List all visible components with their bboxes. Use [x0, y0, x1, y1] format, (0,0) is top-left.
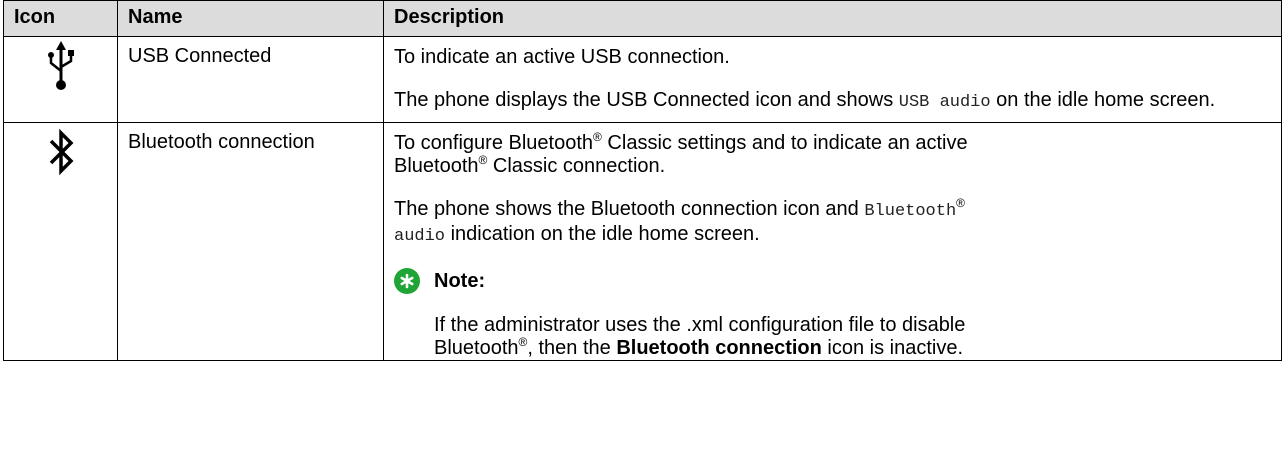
bluetooth-name: Bluetooth connection: [117, 122, 384, 361]
table-row-usb: USB Connected To indicate an active USB …: [3, 36, 1282, 123]
header-description: Description: [383, 0, 1282, 37]
table-row-bluetooth: Bluetooth connection To configure Blueto…: [3, 122, 1282, 361]
bluetooth-description: To configure Bluetooth® Classic settings…: [383, 122, 1282, 361]
bluetooth-desc-2: The phone shows the Bluetooth connection…: [394, 196, 966, 246]
bluetooth-icon-cell: [3, 122, 118, 361]
usb-icon-cell: [3, 36, 118, 123]
bluetooth-icon: [49, 128, 73, 176]
header-row: Icon Name Description: [3, 0, 1282, 37]
usb-icon: [47, 41, 74, 90]
note-text: If the administrator uses the .xml confi…: [434, 314, 966, 359]
note-star-icon: [394, 268, 420, 294]
note-title: Note:: [434, 269, 486, 292]
usb-desc-2: The phone displays the USB Connected ico…: [394, 89, 1216, 112]
note-heading: Note:: [394, 268, 1271, 294]
bluetooth-desc-1: To configure Bluetooth® Classic settings…: [394, 130, 968, 177]
usb-desc-1: To indicate an active USB connection.: [394, 46, 730, 68]
header-icon: Icon: [3, 0, 118, 37]
header-name: Name: [117, 0, 384, 37]
usb-description: To indicate an active USB connection. Th…: [383, 36, 1282, 123]
usb-name: USB Connected: [117, 36, 384, 123]
icons-table: Icon Name Description USB Connected To i…: [3, 0, 1282, 361]
